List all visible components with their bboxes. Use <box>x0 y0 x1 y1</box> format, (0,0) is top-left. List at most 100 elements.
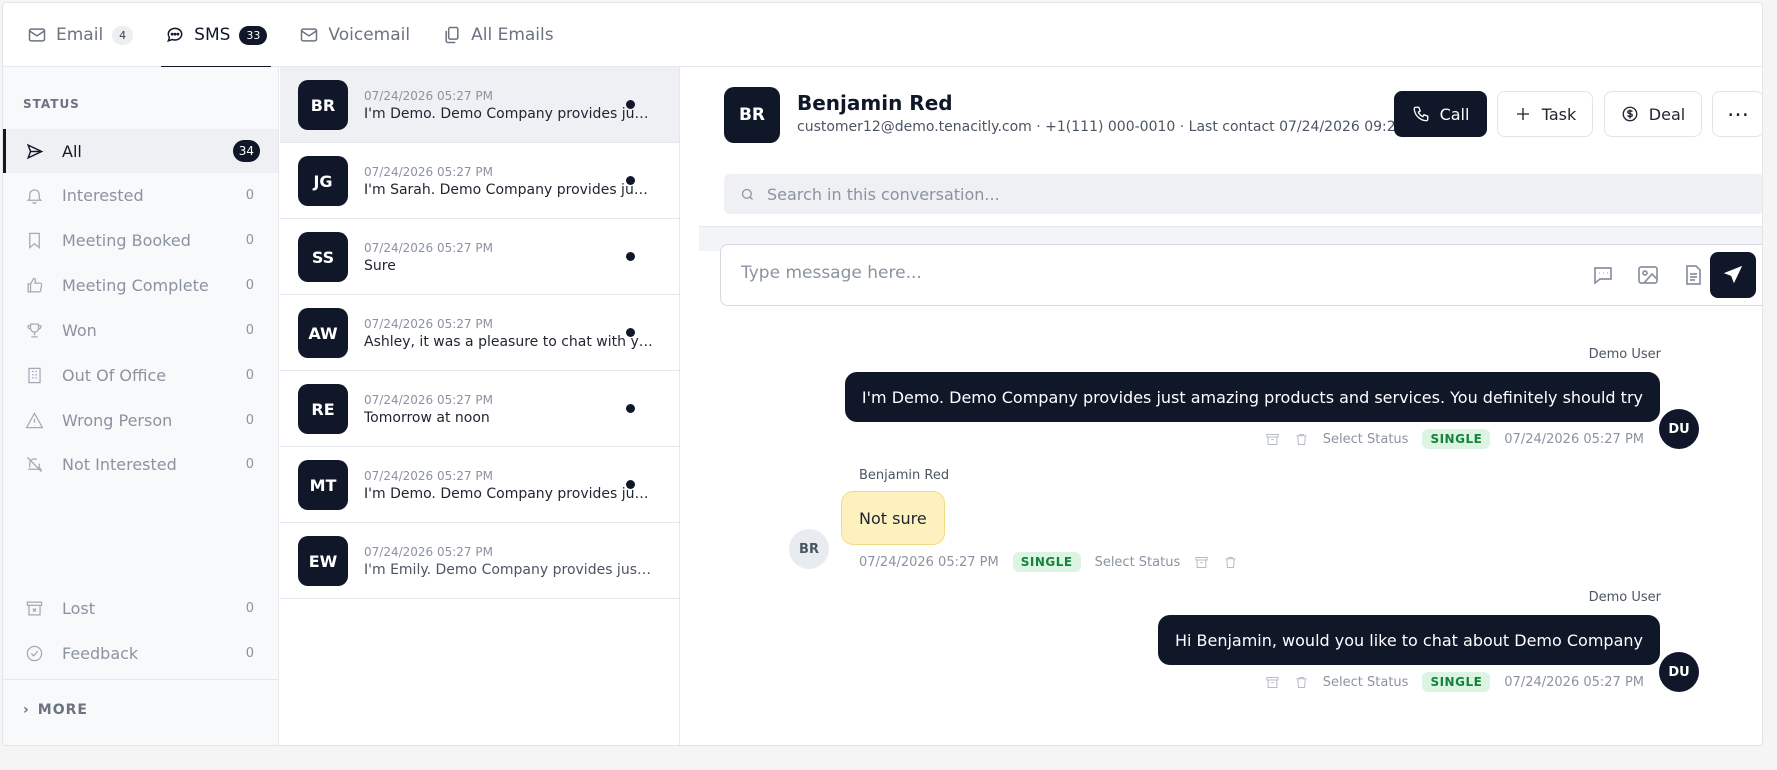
conversation-preview: Ashley, it was a pleasure to chat with y… <box>364 334 654 350</box>
more-options-button[interactable]: … <box>1712 91 1762 137</box>
message-composer <box>720 244 1762 306</box>
conversation-search[interactable] <box>724 174 1762 214</box>
deal-button[interactable]: Deal <box>1604 91 1702 137</box>
search-input[interactable] <box>767 184 1667 204</box>
check-circle-icon <box>26 645 43 661</box>
avatar: DU <box>1659 652 1699 692</box>
sidebar-item-label: Lost <box>62 598 96 618</box>
conversation-preview: I'm Sarah. Demo Company provides just am… <box>364 182 654 198</box>
avatar: SS <box>298 232 348 282</box>
plus-icon <box>1516 108 1529 120</box>
sidebar-item-label: Meeting Booked <box>62 230 191 250</box>
channel-tabs: Email 4 SMS 33 Voicemail All Emails <box>3 3 1762 68</box>
deal-label: Deal <box>1648 104 1686 124</box>
tab-email[interactable]: Email 4 <box>23 3 137 67</box>
message-sender: Demo User <box>1588 590 1661 605</box>
chevron-right-icon: › <box>23 701 30 718</box>
sidebar-item-interested[interactable]: Interested 0 <box>3 173 278 217</box>
sidebar-item-not-interested[interactable]: Not Interested 0 <box>3 442 278 486</box>
sidebar-item-meeting-complete[interactable]: Meeting Complete 0 <box>3 263 278 307</box>
avatar: BR <box>789 529 829 569</box>
more-toggle[interactable]: › MORE <box>3 679 278 739</box>
document-icon[interactable] <box>1681 263 1705 287</box>
sidebar-item-wrong-person[interactable]: Wrong Person 0 <box>3 398 278 442</box>
message-input[interactable] <box>741 263 1541 283</box>
conversation-preview: I'm Demo. Demo Company provides just ama… <box>364 106 654 122</box>
archive-icon[interactable] <box>1265 675 1280 690</box>
sidebar-item-count: 0 <box>245 322 254 338</box>
copy-icon <box>445 26 459 44</box>
trash-icon[interactable] <box>1294 675 1309 690</box>
tab-label: All Emails <box>471 25 554 45</box>
message-meta: Select Status SINGLE 07/24/2026 05:27 PM <box>1265 672 1644 692</box>
sidebar-item-count: 0 <box>245 367 254 383</box>
app-window: Email 4 SMS 33 Voicemail All Emails STAT… <box>2 2 1763 746</box>
sidebar-item-won[interactable]: Won 0 <box>3 308 278 352</box>
select-status[interactable]: Select Status <box>1323 675 1409 690</box>
select-status[interactable]: Select Status <box>1095 555 1181 570</box>
message-time: 07/24/2026 05:27 PM <box>1504 431 1644 447</box>
unread-dot <box>626 176 635 185</box>
conversation-item[interactable]: RE 07/24/2026 05:27 PM Tomorrow at noon <box>280 371 679 447</box>
sidebar-item-all[interactable]: All 34 <box>3 129 278 173</box>
tab-label: Voicemail <box>328 25 411 45</box>
trash-icon[interactable] <box>1223 555 1238 570</box>
conversation-time: 07/24/2026 05:27 PM <box>364 165 493 179</box>
conversation-preview: I'm Demo. Demo Company provides just ama… <box>364 486 654 502</box>
trash-icon[interactable] <box>1294 432 1309 447</box>
sidebar-item-feedback[interactable]: Feedback 0 <box>3 631 278 675</box>
send-button[interactable] <box>1710 252 1756 298</box>
conversation-item[interactable]: BR 07/24/2026 05:27 PM I'm Demo. Demo Co… <box>280 67 679 143</box>
conversation-item[interactable]: MT 07/24/2026 05:27 PM I'm Demo. Demo Co… <box>280 447 679 523</box>
tab-all-emails[interactable]: All Emails <box>438 3 558 67</box>
conversation-preview: Sure <box>364 258 396 274</box>
unread-dot <box>626 100 635 109</box>
conversation-time: 07/24/2026 05:27 PM <box>364 317 493 331</box>
sidebar-item-count: 0 <box>245 456 254 472</box>
conversation-item[interactable]: SS 07/24/2026 05:27 PM Sure <box>280 219 679 295</box>
sidebar-item-count: 34 <box>232 140 260 162</box>
conversation-item[interactable]: EW 07/24/2026 05:27 PM I'm Emily. Demo C… <box>280 523 679 599</box>
sidebar-item-label: Interested <box>62 185 144 205</box>
avatar: MT <box>298 460 348 510</box>
building-icon <box>28 367 41 383</box>
unread-dot <box>626 480 635 489</box>
task-button[interactable]: Task <box>1497 91 1593 137</box>
archive-icon[interactable] <box>1265 432 1280 447</box>
call-button[interactable]: Call <box>1394 91 1487 137</box>
sidebar-item-label: Feedback <box>62 643 139 663</box>
status-badge: SINGLE <box>1422 429 1491 449</box>
sidebar-item-label: Won <box>62 320 97 340</box>
archive-x-icon <box>26 601 43 615</box>
no-bell-icon <box>26 456 43 472</box>
template-icon[interactable] <box>1591 263 1615 287</box>
message-meta: 07/24/2026 05:27 PM SINGLE Select Status <box>859 552 1252 572</box>
message-sender: Demo User <box>1588 347 1661 362</box>
sidebar-item-label: Wrong Person <box>62 410 173 430</box>
conversation-pane: BR Benjamin Red customer12@demo.tenacitl… <box>681 67 1762 745</box>
tab-voicemail[interactable]: Voicemail <box>295 3 414 67</box>
message-meta: Select Status SINGLE 07/24/2026 05:27 PM <box>1265 429 1644 449</box>
conversation-item[interactable]: JG 07/24/2026 05:27 PM I'm Sarah. Demo C… <box>280 143 679 219</box>
archive-icon[interactable] <box>1194 555 1209 570</box>
select-status[interactable]: Select Status <box>1323 432 1409 447</box>
task-label: Task <box>1541 104 1577 124</box>
image-icon[interactable] <box>1636 263 1660 287</box>
sidebar-item-count: 0 <box>245 412 254 428</box>
contact-name: Benjamin Red <box>797 91 953 115</box>
conversation-time: 07/24/2026 05:27 PM <box>364 469 493 483</box>
message-bubble: Hi Benjamin, would you like to chat abou… <box>1157 615 1660 665</box>
tab-sms[interactable]: SMS 33 <box>161 3 272 68</box>
tab-count-badge: 4 <box>112 25 134 45</box>
conversation-item[interactable]: AW 07/24/2026 05:27 PM Ashley, it was a … <box>280 295 679 371</box>
dollar-circle-icon <box>1622 106 1638 122</box>
sidebar-item-meeting-booked[interactable]: Meeting Booked 0 <box>3 218 278 262</box>
thumbs-up-icon <box>27 277 43 292</box>
conversation-preview: Tomorrow at noon <box>364 410 490 426</box>
tab-label: SMS <box>194 25 231 45</box>
sidebar-item-lost[interactable]: Lost 0 <box>3 586 278 630</box>
sidebar-title: STATUS <box>23 97 80 111</box>
sidebar-item-out-of-office[interactable]: Out Of Office 0 <box>3 353 278 397</box>
call-label: Call <box>1439 104 1470 124</box>
ellipsis-icon: … <box>1727 97 1749 122</box>
